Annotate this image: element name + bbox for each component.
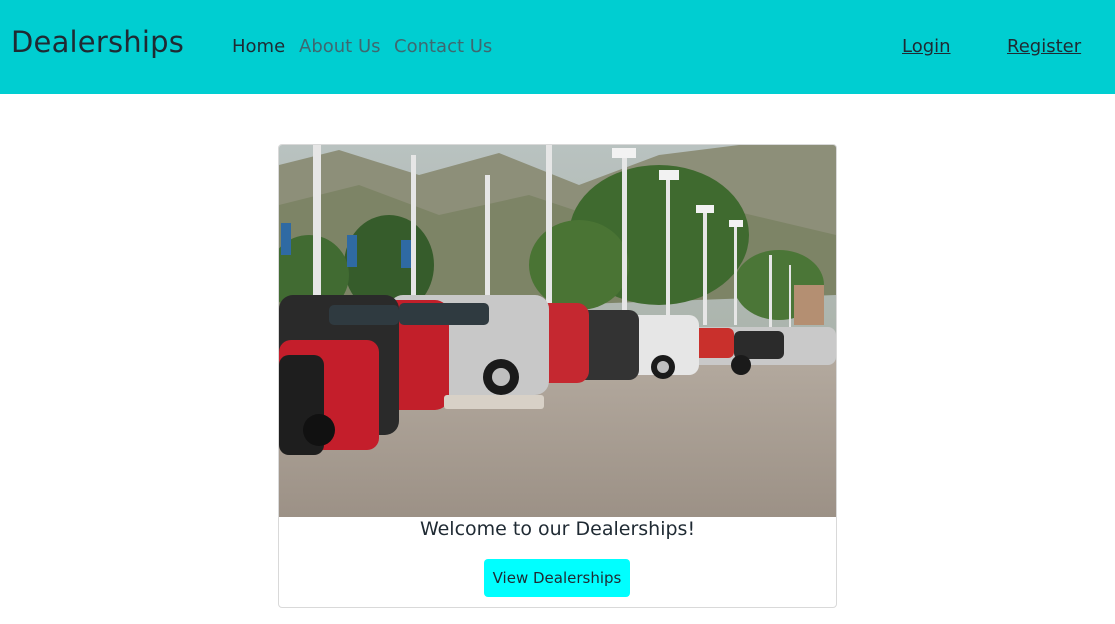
car-lot-image — [279, 145, 836, 517]
dealership-card: Welcome to our Dealerships! View Dealers… — [278, 144, 837, 608]
register-link[interactable]: Register — [1007, 36, 1081, 57]
navbar: Dealerships Home About Us Contact Us Log… — [0, 0, 1115, 94]
brand-title[interactable]: Dealerships — [11, 25, 184, 59]
nav-link-contact[interactable]: Contact Us — [394, 36, 492, 57]
login-link[interactable]: Login — [902, 36, 951, 57]
nav-link-home[interactable]: Home — [232, 36, 285, 57]
nav-link-about[interactable]: About Us — [299, 36, 381, 57]
welcome-text: Welcome to our Dealerships! — [419, 518, 696, 540]
view-dealerships-button[interactable]: View Dealerships — [484, 559, 630, 597]
